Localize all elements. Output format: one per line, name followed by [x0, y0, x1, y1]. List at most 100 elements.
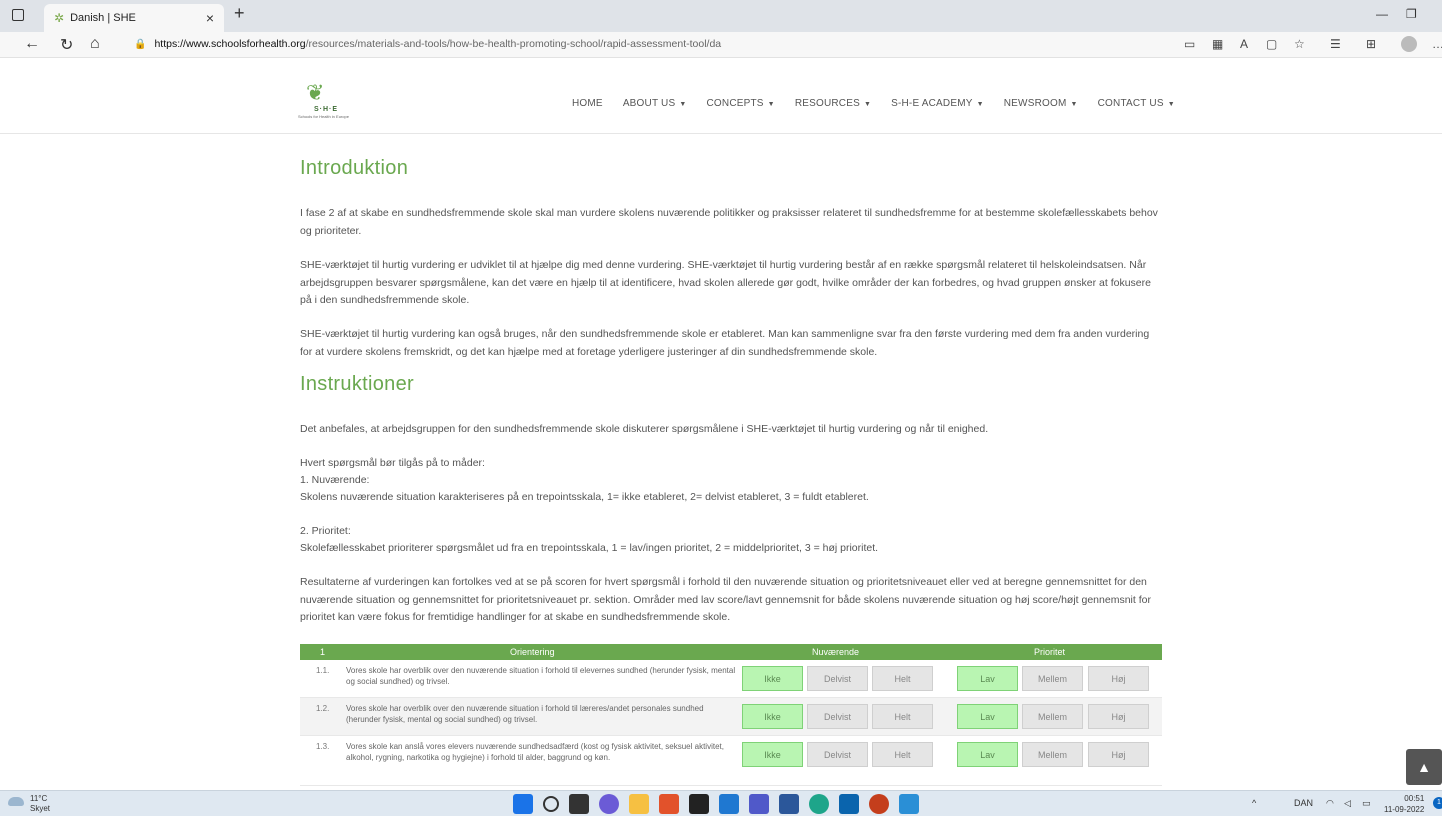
tab-close-icon[interactable]: ×: [206, 10, 214, 26]
minimize-icon[interactable]: —: [1376, 7, 1388, 21]
read-aloud-icon[interactable]: A: [1240, 37, 1248, 51]
caret-down-icon: ▼: [679, 101, 687, 108]
priority-hoj-button[interactable]: Høj: [1088, 666, 1149, 691]
taskbar: 11°C Skyet ^ DAN ◠ ◁ ▭ 00:51 11-09-2022 …: [0, 790, 1442, 816]
priority-lav-button[interactable]: Lav: [957, 742, 1018, 767]
browser-tab[interactable]: ✲ Danish | SHE ×: [44, 4, 224, 32]
instructions-paragraph-2: Resultaterne af vurderingen kan fortolke…: [300, 576, 1151, 623]
current-delvist-button[interactable]: Delvist: [807, 666, 868, 691]
language-indicator[interactable]: DAN: [1294, 798, 1313, 808]
clock[interactable]: 00:51 11-09-2022: [1384, 793, 1424, 815]
browser-tab-bar: ✲ Danish | SHE × + — ❐: [0, 0, 1442, 32]
chevron-up-icon: ▲: [1417, 759, 1431, 775]
instructions-line-3: Skolens nuværende situation karakteriser…: [300, 491, 869, 503]
home-icon[interactable]: ⌂: [90, 35, 100, 53]
priority-lav-button[interactable]: Lav: [957, 704, 1018, 729]
table-row: 1.3. Vores skole kan anslå vores elevers…: [300, 736, 1162, 786]
search-icon[interactable]: [543, 796, 559, 812]
collections-icon[interactable]: ⊞: [1366, 37, 1376, 51]
current-delvist-button[interactable]: Delvist: [807, 704, 868, 729]
volume-icon[interactable]: ◁: [1344, 798, 1351, 809]
nav-she-academy[interactable]: S-H-E ACADEMY ▼: [891, 98, 984, 109]
nav-concepts[interactable]: CONCEPTS ▼: [707, 98, 775, 109]
instructions-line-1: Hvert spørgsmål bør tilgås på to måder:: [300, 457, 485, 469]
instructions-line-5: Skolefællesskabet prioriterer spørgsmåle…: [300, 542, 879, 554]
caret-down-icon: ▼: [976, 101, 984, 108]
powerpoint-icon[interactable]: [869, 794, 889, 814]
nav-resources[interactable]: RESOURCES ▼: [795, 98, 871, 109]
teams-icon[interactable]: [749, 794, 769, 814]
nav-newsroom[interactable]: NEWSROOM ▼: [1004, 98, 1078, 109]
priority-mellem-button[interactable]: Mellem: [1022, 666, 1083, 691]
show-hidden-icons-icon[interactable]: ^: [1252, 798, 1256, 808]
address-bar[interactable]: 🔒 https://www.schoolsforhealth.org/resour…: [134, 38, 721, 50]
tab-title: Danish | SHE: [70, 12, 136, 24]
app-available-icon[interactable]: ▭: [1184, 37, 1195, 51]
table-header: 1 Orientering Nuværende Prioritet: [300, 644, 1162, 660]
intro-paragraph-3: SHE-værktøjet til hurtig vurdering kan o…: [300, 328, 1150, 358]
table-row: 1.2. Vores skole har overblik over den n…: [300, 698, 1162, 736]
priority-mellem-button[interactable]: Mellem: [1022, 704, 1083, 729]
she-favicon-icon: ✲: [54, 11, 65, 25]
nav-home[interactable]: HOME: [572, 98, 603, 109]
photos-icon[interactable]: [899, 794, 919, 814]
leaf-logo-icon: ❦: [306, 80, 325, 105]
main-nav: HOME ABOUT US ▼ CONCEPTS ▼ RESOURCES ▼ S-H-…: [572, 98, 1175, 109]
assessment-table: 1 Orientering Nuværende Prioritet 1.1. V…: [300, 644, 1162, 786]
table-row: 1.1. Vores skole har overblik over den n…: [300, 660, 1162, 698]
battery-icon[interactable]: ▭: [1362, 798, 1371, 809]
current-ikke-button[interactable]: Ikke: [742, 742, 803, 767]
instructions-paragraph-1: Det anbefales, at arbejdsgruppen for den…: [300, 423, 989, 435]
refresh-icon[interactable]: ↻: [60, 35, 73, 55]
taskbar-apps: [513, 794, 919, 814]
outlook-icon[interactable]: [839, 794, 859, 814]
site-logo[interactable]: ❦ S·H·E Schools for Health in Europe: [298, 80, 368, 122]
word-icon[interactable]: [779, 794, 799, 814]
priority-hoj-button[interactable]: Høj: [1088, 742, 1149, 767]
chat-icon[interactable]: [599, 794, 619, 814]
current-helt-button[interactable]: Helt: [872, 666, 933, 691]
instructions-line-4: 2. Prioritet:: [300, 525, 351, 537]
back-icon[interactable]: ←: [24, 35, 40, 53]
current-ikke-button[interactable]: Ikke: [742, 704, 803, 729]
priority-hoj-button[interactable]: Høj: [1088, 704, 1149, 729]
immersive-reader-icon[interactable]: ▢: [1266, 37, 1277, 51]
current-helt-button[interactable]: Helt: [872, 742, 933, 767]
zoom-icon[interactable]: [719, 794, 739, 814]
nav-about-us[interactable]: ABOUT US ▼: [623, 98, 687, 109]
priority-lav-button[interactable]: Lav: [957, 666, 1018, 691]
caret-down-icon: ▼: [863, 101, 872, 108]
restore-icon[interactable]: ❐: [1406, 7, 1417, 21]
current-delvist-button[interactable]: Delvist: [807, 742, 868, 767]
caret-down-icon: ▼: [1167, 101, 1175, 108]
weather-widget[interactable]: 11°C Skyet: [30, 794, 50, 814]
lock-icon: 🔒: [134, 39, 147, 50]
more-icon[interactable]: …: [1432, 37, 1442, 51]
intro-paragraph-1: I fase 2 af at skabe en sundhedsfremmend…: [300, 207, 1158, 237]
current-helt-button[interactable]: Helt: [872, 704, 933, 729]
profile-avatar[interactable]: [1401, 36, 1417, 52]
current-ikke-button[interactable]: Ikke: [742, 666, 803, 691]
site-header: ❦ S·H·E Schools for Health in Europe HOM…: [0, 58, 1442, 134]
intro-paragraph-2: SHE-værktøjet til hurtig vurdering er ud…: [300, 259, 1151, 306]
priority-mellem-button[interactable]: Mellem: [1022, 742, 1083, 767]
file-explorer-icon[interactable]: [629, 794, 649, 814]
wifi-icon[interactable]: ◠: [1326, 798, 1334, 809]
scroll-to-top-button[interactable]: ▲: [1406, 749, 1442, 785]
intro-heading: Introduktion: [300, 157, 409, 179]
address-bar-row: ← ↻ ⌂ 🔒 https://www.schoolsforhealth.org/…: [0, 32, 1442, 58]
instructions-line-2: 1. Nuværende:: [300, 474, 370, 486]
app-icon[interactable]: [689, 794, 709, 814]
qr-code-icon[interactable]: ▦: [1212, 37, 1223, 51]
favorite-star-icon[interactable]: ☆: [1294, 37, 1305, 51]
tab-actions-icon[interactable]: [12, 9, 24, 21]
new-tab-button[interactable]: +: [234, 3, 245, 24]
notification-badge[interactable]: 1: [1433, 797, 1442, 809]
nav-contact-us[interactable]: CONTACT US ▼: [1098, 98, 1175, 109]
favorites-icon[interactable]: ☰: [1330, 37, 1341, 51]
edge-icon[interactable]: [809, 794, 829, 814]
cloud-weather-icon: [8, 797, 24, 806]
windows-start-icon[interactable]: [513, 794, 533, 814]
task-view-icon[interactable]: [569, 794, 589, 814]
office-icon[interactable]: [659, 794, 679, 814]
